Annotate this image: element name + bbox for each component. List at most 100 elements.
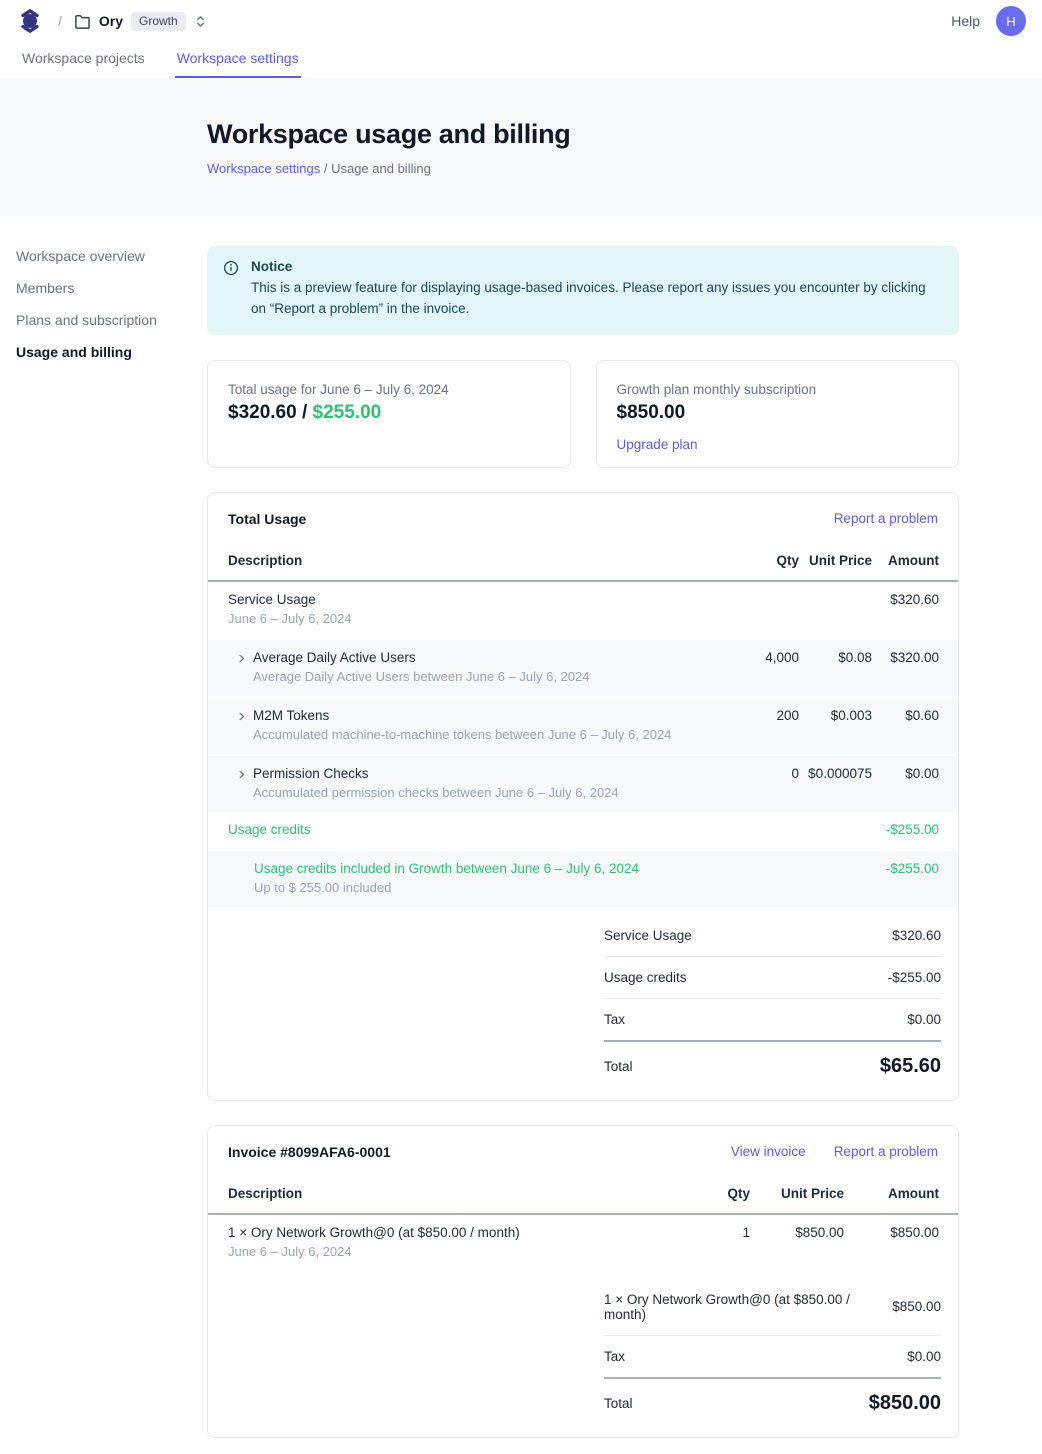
table-row-permission-checks[interactable]: Permission Checks Accumulated permission… bbox=[208, 756, 958, 812]
ory-logo-icon[interactable] bbox=[16, 7, 44, 35]
billing-summary-cards: Total usage for June 6 – July 6, 2024 $3… bbox=[207, 360, 959, 468]
row-name: Permission Checks bbox=[253, 766, 713, 781]
workspace-switcher[interactable]: Ory Growth bbox=[74, 12, 207, 31]
column-qty: Qty bbox=[670, 1186, 750, 1201]
row-amount: $0.60 bbox=[872, 708, 939, 742]
tab-workspace-settings[interactable]: Workspace settings bbox=[175, 42, 301, 78]
summary-label: Service Usage bbox=[604, 928, 692, 943]
total-usage-card-amount: $320.60 / $255.00 bbox=[228, 402, 550, 424]
chevron-right-icon[interactable] bbox=[236, 653, 247, 684]
settings-sidebar: Workspace overview Members Plans and sub… bbox=[0, 246, 207, 1454]
row-unit-price: $0.08 bbox=[799, 650, 872, 684]
sidebar-item-usage-and-billing[interactable]: Usage and billing bbox=[16, 342, 207, 362]
row-unit-price: $0.003 bbox=[799, 708, 872, 742]
usage-credit-amount: $255.00 bbox=[313, 402, 382, 423]
path-separator: / bbox=[58, 13, 62, 29]
row-name: 1 × Ory Network Growth@0 (at $850.00 / m… bbox=[228, 1225, 670, 1240]
workspace-name: Ory bbox=[99, 13, 123, 29]
total-usage-card: Total usage for June 6 – July 6, 2024 $3… bbox=[207, 360, 571, 468]
summary-row-tax: Tax $0.00 bbox=[604, 1336, 941, 1379]
row-qty: 4,000 bbox=[713, 650, 799, 684]
row-name: Usage credits bbox=[228, 822, 713, 837]
row-qty: 1 bbox=[670, 1225, 750, 1259]
sidebar-item-workspace-overview[interactable]: Workspace overview bbox=[16, 246, 207, 266]
row-name: Service Usage bbox=[228, 592, 713, 607]
plan-badge: Growth bbox=[131, 12, 186, 31]
summary-label: Tax bbox=[604, 1012, 625, 1027]
row-description: Average Daily Active Users between June … bbox=[253, 669, 713, 684]
row-amount: $850.00 bbox=[844, 1225, 939, 1259]
summary-row-tax: Tax $0.00 bbox=[604, 999, 941, 1042]
invoice-panel-title: Invoice #8099AFA6-0001 bbox=[228, 1144, 391, 1160]
usage-table-header: Description Qty Unit Price Amount bbox=[208, 543, 958, 582]
row-period: June 6 – July 6, 2024 bbox=[228, 1244, 670, 1259]
row-name: Average Daily Active Users bbox=[253, 650, 713, 665]
summary-value: $320.60 bbox=[892, 928, 941, 943]
row-amount: $0.00 bbox=[872, 766, 939, 800]
invoice-summary: 1 × Ory Network Growth@0 (at $850.00 / m… bbox=[604, 1279, 941, 1417]
tab-workspace-projects[interactable]: Workspace projects bbox=[20, 42, 147, 78]
sidebar-item-plans-and-subscription[interactable]: Plans and subscription bbox=[16, 310, 207, 330]
chevron-right-icon[interactable] bbox=[236, 769, 247, 800]
row-description: Accumulated permission checks between Ju… bbox=[253, 785, 713, 800]
summary-row-usage-credits: Usage credits -$255.00 bbox=[604, 957, 941, 999]
notice-title: Notice bbox=[251, 259, 941, 274]
row-description: Up to $ 255.00 included bbox=[254, 880, 713, 895]
column-amount: Amount bbox=[872, 553, 939, 568]
table-row-growth-subscription: 1 × Ory Network Growth@0 (at $850.00 / m… bbox=[208, 1215, 958, 1271]
summary-row-service-usage: Service Usage $320.60 bbox=[604, 915, 941, 957]
report-a-problem-link[interactable]: Report a problem bbox=[834, 1144, 938, 1159]
row-qty: 200 bbox=[713, 708, 799, 742]
sidebar-item-members[interactable]: Members bbox=[16, 278, 207, 298]
breadcrumb-workspace-settings-link[interactable]: Workspace settings bbox=[207, 161, 320, 176]
summary-label: Usage credits bbox=[604, 970, 687, 985]
row-unit-price: $850.00 bbox=[750, 1225, 844, 1259]
breadcrumb: Workspace settings / Usage and billing bbox=[207, 161, 959, 176]
summary-row-subscription: 1 × Ory Network Growth@0 (at $850.00 / m… bbox=[604, 1279, 941, 1336]
column-amount: Amount bbox=[844, 1186, 939, 1201]
invoice-table: Description Qty Unit Price Amount 1 × Or… bbox=[208, 1176, 958, 1271]
folder-icon bbox=[74, 13, 91, 30]
row-amount: $320.60 bbox=[872, 592, 939, 626]
summary-row-total: Total $850.00 bbox=[604, 1379, 941, 1417]
summary-label: Tax bbox=[604, 1349, 625, 1364]
invoice-panel: Invoice #8099AFA6-0001 View invoice Repo… bbox=[207, 1125, 959, 1438]
column-unit-price: Unit Price bbox=[799, 553, 872, 568]
upgrade-plan-link[interactable]: Upgrade plan bbox=[617, 437, 698, 452]
summary-value: $0.00 bbox=[907, 1012, 941, 1027]
row-qty: 0 bbox=[713, 766, 799, 800]
column-qty: Qty bbox=[713, 553, 799, 568]
summary-value: -$255.00 bbox=[888, 970, 941, 985]
usage-amount: $320.60 bbox=[228, 402, 297, 423]
column-description: Description bbox=[228, 553, 713, 568]
total-label: Total bbox=[604, 1059, 633, 1074]
table-row-usage-credits-detail: Usage credits included in Growth between… bbox=[208, 851, 958, 907]
chevron-right-icon[interactable] bbox=[236, 711, 247, 742]
help-button[interactable]: Help bbox=[951, 13, 980, 29]
report-a-problem-link[interactable]: Report a problem bbox=[834, 511, 938, 526]
subscription-card: Growth plan monthly subscription $850.00… bbox=[596, 360, 960, 468]
total-usage-panel-title: Total Usage bbox=[228, 511, 306, 527]
subscription-card-label: Growth plan monthly subscription bbox=[617, 382, 939, 397]
page-title: Workspace usage and billing bbox=[207, 119, 959, 150]
column-description: Description bbox=[228, 1186, 670, 1201]
table-row-m2m-tokens[interactable]: M2M Tokens Accumulated machine-to-machin… bbox=[208, 698, 958, 754]
column-unit-price: Unit Price bbox=[750, 1186, 844, 1201]
row-description: Accumulated machine-to-machine tokens be… bbox=[253, 727, 713, 742]
summary-value: $850.00 bbox=[892, 1299, 941, 1314]
total-value: $65.60 bbox=[880, 1055, 941, 1078]
user-avatar[interactable]: H bbox=[996, 6, 1026, 36]
row-amount: -$255.00 bbox=[872, 822, 939, 837]
row-amount: $320.00 bbox=[872, 650, 939, 684]
invoice-table-header: Description Qty Unit Price Amount bbox=[208, 1176, 958, 1215]
view-invoice-link[interactable]: View invoice bbox=[731, 1144, 806, 1159]
summary-value: $0.00 bbox=[907, 1349, 941, 1364]
table-row-average-daily-active-users[interactable]: Average Daily Active Users Average Daily… bbox=[208, 640, 958, 696]
row-period: June 6 – July 6, 2024 bbox=[228, 611, 713, 626]
row-unit-price: $0.000075 bbox=[799, 766, 872, 800]
info-icon bbox=[223, 260, 239, 320]
row-name: M2M Tokens bbox=[253, 708, 713, 723]
table-row-service-usage: Service Usage June 6 – July 6, 2024 $320… bbox=[208, 582, 958, 638]
workspace-tabs: Workspace projects Workspace settings bbox=[0, 42, 1042, 78]
usage-table: Description Qty Unit Price Amount Servic… bbox=[208, 543, 958, 907]
